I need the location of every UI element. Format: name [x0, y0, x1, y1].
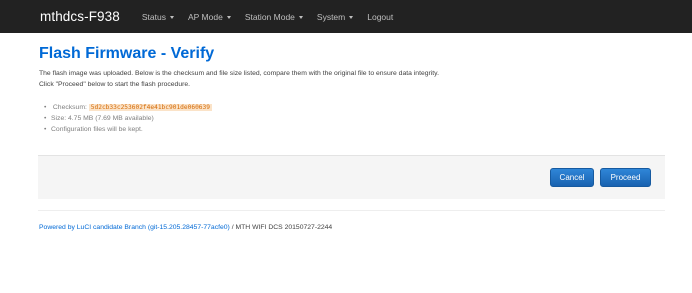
- page-title: Flash Firmware - Verify: [39, 45, 215, 62]
- chevron-down-icon: [349, 15, 354, 19]
- main-menu: Status AP Mode Station Mode System Logou…: [142, 12, 407, 22]
- chevron-down-icon: [226, 15, 231, 19]
- config-text: Configuration files will be kept.: [51, 126, 143, 133]
- menu-station-mode[interactable]: Station Mode: [245, 12, 303, 22]
- page-description: The flash image was uploaded. Below is t…: [39, 68, 659, 90]
- menu-status-label: Status: [141, 11, 166, 22]
- config-item: Configuration files will be kept.: [44, 124, 212, 135]
- footer-divider: [38, 210, 665, 211]
- menu-logout-label: Logout: [367, 11, 394, 22]
- luci-link[interactable]: Powered by LuCI candidate Branch (git-15…: [39, 224, 230, 231]
- cancel-button[interactable]: Cancel: [550, 168, 594, 187]
- chevron-down-icon: [170, 15, 174, 19]
- menu-station-mode-label: Station Mode: [244, 11, 295, 22]
- top-navbar: mthdcs-F938 Status AP Mode Station Mode …: [0, 0, 692, 33]
- menu-status[interactable]: Status: [142, 12, 174, 22]
- chevron-down-icon: [298, 15, 303, 19]
- footer-version: / MTH WIFI DCS 20150727-2244: [229, 224, 333, 231]
- checksum-item: Checksum: 5d2cb33c253602f4e41bc901de0606…: [44, 102, 212, 113]
- menu-ap-mode-label: AP Mode: [188, 11, 223, 22]
- footer: Powered by LuCI candidate Branch (git-15…: [39, 222, 332, 233]
- brand-name[interactable]: mthdcs-F938: [40, 9, 120, 24]
- description-line-1: The flash image was uploaded. Below is t…: [39, 70, 439, 77]
- size-text: Size: 4.75 MB (7.69 MB available): [51, 115, 154, 122]
- proceed-button[interactable]: Proceed: [600, 168, 651, 187]
- menu-system[interactable]: System: [316, 11, 354, 22]
- form-actions: Cancel Proceed: [38, 155, 665, 199]
- description-line-2: Click "Proceed" below to start the flash…: [39, 81, 191, 88]
- image-info-list: Checksum: 5d2cb33c253602f4e41bc901de0606…: [44, 102, 212, 135]
- menu-system-label: System: [316, 11, 346, 22]
- checksum-label: Checksum:: [52, 104, 89, 111]
- menu-ap-mode[interactable]: AP Mode: [188, 12, 231, 22]
- checksum-value: 5d2cb33c253602f4e41bc901de060639: [88, 104, 212, 111]
- size-item: Size: 4.75 MB (7.69 MB available): [44, 113, 212, 124]
- menu-logout[interactable]: Logout: [367, 12, 393, 22]
